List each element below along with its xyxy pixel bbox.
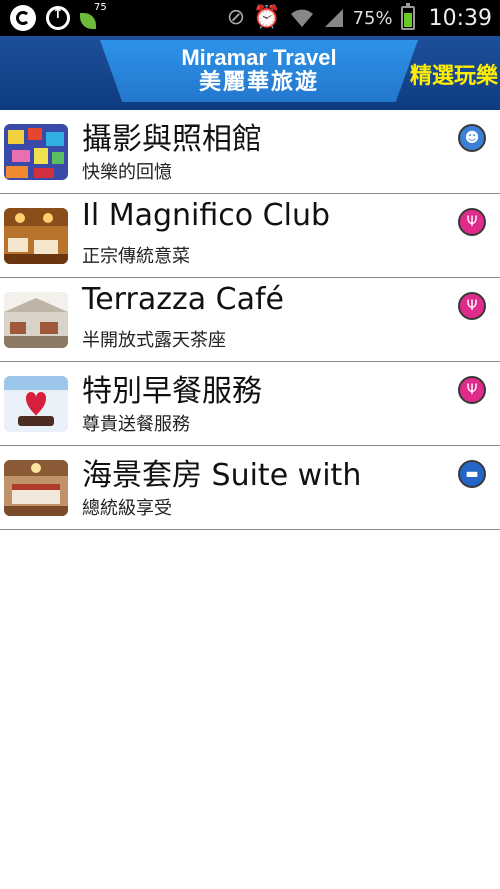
item-title: Terrazza Café (82, 282, 284, 317)
item-title: 海景套房 Suite with (82, 458, 362, 493)
page-title: 精選玩樂 (409, 64, 498, 89)
item-subtitle: 正宗傳統意菜 (82, 246, 190, 267)
list-item[interactable]: Il Magnifico Club 正宗傳統意菜 Ψ (0, 194, 500, 278)
item-title: 特別早餐服務 (82, 374, 262, 409)
item-title: Il Magnifico Club (82, 198, 330, 233)
sync-icon (46, 6, 70, 30)
attractions-list: 攝影與照相館 快樂的回憶 ☻ Il Magnifico Club 正宗傳統意菜 … (0, 110, 500, 530)
list-item[interactable]: 攝影與照相館 快樂的回憶 ☻ (0, 110, 500, 194)
item-thumbnail (4, 208, 68, 264)
battery-percent: 75% (352, 7, 393, 29)
theater-masks-icon: ☻ (458, 124, 486, 152)
leaf-notification-icon: 75 (80, 2, 110, 31)
item-thumbnail (4, 124, 68, 180)
battery-icon (400, 3, 415, 30)
list-item[interactable]: 特別早餐服務 尊貴送餐服務 Ψ (0, 362, 500, 446)
wifi-icon (290, 9, 313, 27)
brand-name-en: Miramar Travel (181, 45, 337, 70)
nfc-off-icon: ⊘ (226, 5, 246, 30)
item-subtitle: 總統級享受 (82, 498, 172, 519)
fork-knife-icon: Ψ (458, 376, 486, 404)
bed-icon: ▬ (458, 460, 486, 488)
list-item[interactable]: Terrazza Café 半開放式露天茶座 Ψ (0, 278, 500, 362)
list-item[interactable]: 海景套房 Suite with 總統級享受 ▬ (0, 446, 500, 530)
item-thumbnail (4, 376, 68, 432)
item-subtitle: 尊貴送餐服務 (82, 414, 190, 435)
item-subtitle: 快樂的回憶 (82, 162, 172, 183)
status-bar: 75 ⊘ ⏰ 75% 10:39 (0, 0, 500, 36)
item-subtitle: 半開放式露天茶座 (82, 330, 226, 351)
item-thumbnail (4, 460, 68, 516)
item-thumbnail (4, 292, 68, 348)
alarm-icon: ⏰ (253, 5, 281, 30)
google-icon (10, 5, 36, 31)
item-title: 攝影與照相館 (82, 122, 262, 157)
notification-badge: 75 (94, 2, 107, 13)
fork-knife-icon: Ψ (458, 208, 486, 236)
clock: 10:39 (428, 5, 492, 31)
signal-icon (324, 9, 343, 27)
brand-logo: Miramar Travel 美麗華旅遊 (100, 40, 418, 102)
fork-knife-icon: Ψ (458, 292, 486, 320)
brand-name-zh: 美麗華旅遊 (198, 70, 319, 95)
